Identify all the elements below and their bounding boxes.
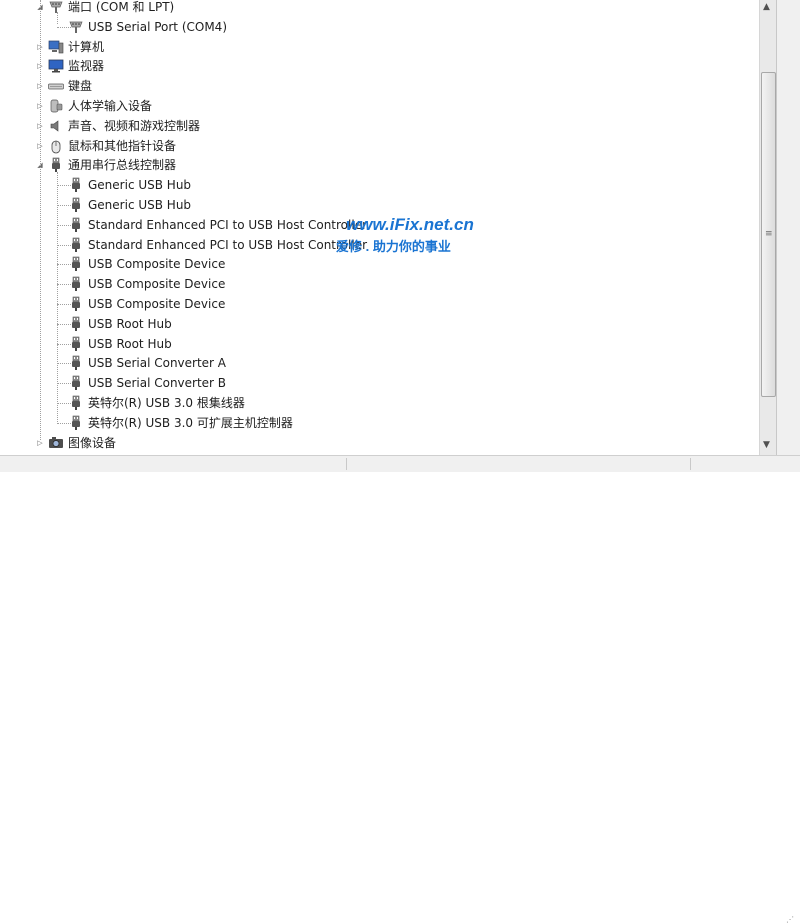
tree-item-label: USB Composite Device bbox=[88, 277, 226, 291]
tree-item-label: Generic USB Hub bbox=[88, 178, 192, 192]
hid-icon bbox=[48, 98, 64, 114]
tree-item-label: 人体学输入设备 bbox=[68, 99, 153, 113]
tree-item-label: USB Composite Device bbox=[88, 297, 226, 311]
tree-category[interactable]: ▷ 键盘 bbox=[0, 76, 740, 96]
keyboard-icon bbox=[48, 78, 64, 94]
resize-grip-icon[interactable]: ⋰ bbox=[786, 915, 794, 924]
tree-category[interactable]: ▷ 图像设备 bbox=[0, 433, 740, 453]
tree-device-item[interactable]: USB Composite Device bbox=[0, 274, 740, 294]
computer-icon bbox=[48, 39, 64, 55]
tree-item-label: USB Root Hub bbox=[88, 317, 172, 331]
tree-connector bbox=[57, 245, 71, 246]
status-divider bbox=[690, 458, 691, 470]
tree-connector bbox=[57, 403, 71, 404]
tree-connector bbox=[57, 264, 71, 265]
tree-item-label: 声音、视频和游戏控制器 bbox=[68, 119, 201, 133]
tree-device-item[interactable]: Generic USB Hub bbox=[0, 175, 740, 195]
tree-item-label: Generic USB Hub bbox=[88, 198, 192, 212]
tree-item-label: 端口 (COM 和 LPT) bbox=[68, 0, 175, 14]
tree-device-item[interactable]: USB Root Hub bbox=[0, 314, 740, 334]
tree-category[interactable]: ▷ 声音、视频和游戏控制器 bbox=[0, 116, 740, 136]
tree-connector bbox=[57, 225, 71, 226]
scroll-down-arrow-icon[interactable]: ▼ bbox=[763, 440, 770, 450]
tree-device-item[interactable]: USB Serial Port (COM4) bbox=[0, 17, 740, 37]
tree-connector bbox=[57, 27, 71, 28]
tree-connector bbox=[57, 185, 71, 186]
usb-plug-icon bbox=[48, 157, 64, 173]
tree-connector bbox=[57, 423, 71, 424]
right-pane-edge bbox=[776, 0, 800, 455]
tree-device-item[interactable]: USB Composite Device bbox=[0, 254, 740, 274]
tree-connector bbox=[57, 324, 71, 325]
tree-item-label: 计算机 bbox=[68, 40, 105, 54]
vertical-scrollbar[interactable]: ▲ ≡ ▼ bbox=[759, 0, 776, 455]
tree-item-label: 图像设备 bbox=[68, 436, 117, 450]
tree-item-label: 鼠标和其他指针设备 bbox=[68, 139, 177, 153]
tree-item-label: 键盘 bbox=[68, 79, 93, 93]
tree-item-label: USB Serial Converter A bbox=[88, 356, 227, 370]
tree-category[interactable]: ◢ 通用串行总线控制器 bbox=[0, 155, 740, 175]
tree-item-label: 通用串行总线控制器 bbox=[68, 158, 177, 172]
tree-device-item[interactable]: 英特尔(R) USB 3.0 可扩展主机控制器 bbox=[0, 413, 740, 433]
tree-connector bbox=[57, 363, 71, 364]
monitor-icon bbox=[48, 58, 64, 74]
watermark-slogan: 爱修 . 助力你的事业 bbox=[336, 239, 451, 254]
tree-connector bbox=[57, 344, 71, 345]
tree-item-label: 监视器 bbox=[68, 59, 105, 73]
tree-item-label: Standard Enhanced PCI to USB Host Contro… bbox=[88, 218, 368, 232]
scroll-thumb[interactable]: ≡ bbox=[761, 72, 776, 397]
tree-connector bbox=[57, 383, 71, 384]
status-divider bbox=[346, 458, 347, 470]
expand-arrow-icon[interactable]: ▷ bbox=[36, 439, 44, 447]
tree-device-item[interactable]: USB Serial Converter A bbox=[0, 353, 740, 373]
tree-category[interactable]: ▷ 计算机 bbox=[0, 37, 740, 57]
tree-connector bbox=[57, 205, 71, 206]
tree-item-label: 英特尔(R) USB 3.0 可扩展主机控制器 bbox=[88, 416, 293, 430]
tree-item-label: USB Composite Device bbox=[88, 257, 226, 271]
tree-device-item[interactable]: USB Root Hub bbox=[0, 334, 740, 354]
tree-item-label: 英特尔(R) USB 3.0 根集线器 bbox=[88, 396, 245, 410]
speaker-icon bbox=[48, 118, 64, 134]
tree-root-line bbox=[40, 0, 41, 440]
tree-category[interactable]: ◢ 端口 (COM 和 LPT) bbox=[0, 0, 740, 17]
tree-connector bbox=[57, 304, 71, 305]
tree-category[interactable]: ▷ 鼠标和其他指针设备 bbox=[0, 136, 740, 156]
tree-item-label: USB Root Hub bbox=[88, 337, 172, 351]
tree-branch-line bbox=[57, 12, 58, 24]
tree-connector bbox=[57, 284, 71, 285]
tree-item-label: Standard Enhanced PCI to USB Host Contro… bbox=[88, 238, 368, 252]
tree-device-item[interactable]: 英特尔(R) USB 3.0 根集线器 bbox=[0, 393, 740, 413]
tree-device-item[interactable]: USB Composite Device bbox=[0, 294, 740, 314]
tree-category[interactable]: ▷ 监视器 bbox=[0, 56, 740, 76]
tree-branch-line bbox=[57, 172, 58, 422]
camera-icon bbox=[48, 435, 64, 451]
scroll-grip-icon: ≡ bbox=[765, 229, 773, 239]
tree-device-item[interactable]: Generic USB Hub bbox=[0, 195, 740, 215]
scroll-up-arrow-icon[interactable]: ▲ bbox=[763, 2, 770, 12]
tree-category[interactable]: ▷ 人体学输入设备 bbox=[0, 96, 740, 116]
status-bar: ⋰ bbox=[0, 455, 800, 924]
port-icon bbox=[48, 0, 64, 15]
tree-item-label: USB Serial Converter B bbox=[88, 376, 227, 390]
tree-device-item[interactable]: USB Serial Converter B bbox=[0, 373, 740, 393]
mouse-icon bbox=[48, 138, 64, 154]
watermark-url: www.iFix.net.cn bbox=[346, 215, 474, 234]
tree-item-label: USB Serial Port (COM4) bbox=[88, 20, 227, 34]
